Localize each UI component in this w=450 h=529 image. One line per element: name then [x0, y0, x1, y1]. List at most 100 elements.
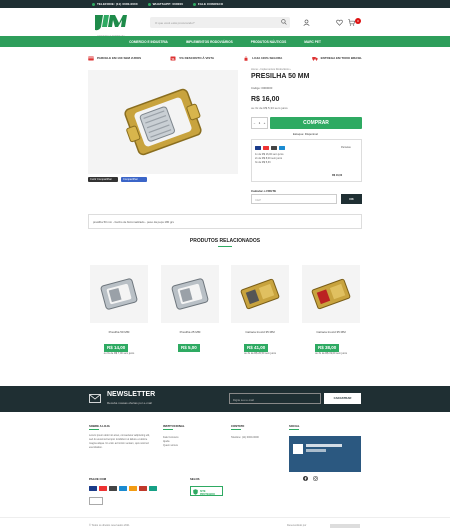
- discount-icon: %: [170, 56, 176, 60]
- related-product-image[interactable]: [90, 265, 148, 323]
- nav-item-nauticos[interactable]: PRODUTOS NÁUTICOS: [251, 40, 287, 44]
- security-seal-label: SITE PROTEGIDO: [200, 490, 216, 496]
- lock-icon: [244, 55, 248, 61]
- cep-input[interactable]: CEP: [251, 194, 337, 204]
- search-input[interactable]: O que você está procurando?: [150, 17, 290, 28]
- product-code: Código: 0000000: [251, 86, 273, 90]
- mastercard-icon: [99, 486, 107, 491]
- boleto-icon: [149, 486, 157, 491]
- footer-security-title: SELOS: [190, 477, 200, 481]
- follow-bar: [306, 449, 326, 452]
- phone-text: TELEFONE: (11) 0000-0000: [92, 2, 138, 6]
- credits-text: Desenvolvido por: [287, 524, 307, 527]
- footer-divider: [289, 429, 299, 430]
- boleto-badge: [89, 497, 103, 505]
- related-title: PRODUTOS RELACIONADOS: [189, 238, 261, 244]
- whatsapp-text[interactable]: WHATSAPP: 000000: [147, 2, 183, 6]
- related-product-name[interactable]: Presilha 50 MM: [90, 330, 148, 334]
- footer: [0, 412, 450, 529]
- newsletter-section: [0, 386, 450, 412]
- qty-minus[interactable]: −: [254, 121, 256, 125]
- payment-icons: [255, 146, 285, 150]
- heart-icon[interactable]: [336, 19, 343, 26]
- footer-divider: [89, 429, 99, 430]
- copyright-text: © Todos os direitos reservados 2021: [89, 524, 130, 527]
- related-product-name[interactable]: Catraca Inoxid 35 MM: [231, 330, 289, 334]
- installment-total: R$ 16,00: [332, 174, 343, 177]
- shield-icon: [193, 489, 198, 495]
- top-bar: TELEFONE: (11) 0000-0000 WHATSAPP: 00000…: [0, 0, 450, 8]
- nav-item-pet[interactable]: MARC PET: [304, 40, 321, 44]
- elo-icon: [109, 486, 117, 491]
- visa-icon: [255, 146, 261, 150]
- amex-icon: [279, 146, 285, 150]
- footer-contact-phone[interactable]: Telefone: (11) 0000-0000: [231, 436, 259, 440]
- benefit-discount: % 5% DESCONTO À VISTA: [170, 56, 214, 61]
- share-button[interactable]: Compartilhar: [121, 177, 147, 182]
- nav-item-implementos[interactable]: IMPLEMENTOS RODOVIÁRIOS: [186, 40, 233, 44]
- related-product-name[interactable]: Catraca Inoxid 35 MM: [302, 330, 360, 334]
- related-product-price: R$ 14,00: [104, 344, 129, 352]
- footer-payment-title: PAGUE COM: [89, 477, 107, 481]
- facebook-icon[interactable]: [303, 476, 308, 481]
- instagram-icon[interactable]: [313, 476, 318, 481]
- envelope-icon: [89, 394, 101, 403]
- stock-status: Estoque: Disponível: [293, 132, 318, 136]
- shipping-label: Calcular o FRETE: [251, 189, 277, 193]
- related-product-image[interactable]: [302, 265, 360, 323]
- breadcrumb[interactable]: Home › Implementos Rodoviários ›: [251, 68, 291, 71]
- footer-bottom-bar: © Todos os direitos reservados 2021 Dese…: [0, 517, 450, 529]
- qty-value[interactable]: 1: [259, 121, 261, 125]
- installments-toggle[interactable]: Parcelas: [341, 146, 351, 149]
- product-image[interactable]: [88, 70, 238, 174]
- product-title: PRESILHA 50 MM: [251, 73, 310, 80]
- buy-button[interactable]: COMPRAR: [270, 117, 362, 129]
- search-icon[interactable]: [281, 19, 287, 25]
- qty-plus[interactable]: +: [264, 121, 266, 125]
- quantity-stepper[interactable]: − 1 +: [251, 117, 268, 129]
- related-product-price: R$ 5,00: [178, 344, 200, 352]
- related-product-installments: ou 3x de R$ 20,50 sem juros: [244, 352, 276, 355]
- svg-text:%: %: [172, 56, 175, 60]
- newsletter-email-input[interactable]: Digite seu e-mail: [229, 393, 321, 404]
- installment-row: 3x de R$ 5,33: [255, 161, 271, 164]
- related-product-price: R$ 38,00: [315, 344, 340, 352]
- elo-icon: [271, 146, 277, 150]
- contact-link[interactable]: FALE CONOSCO: [192, 2, 223, 6]
- security-seal: SITE PROTEGIDO: [190, 486, 223, 496]
- product-description: presilha 50 mm - banho de bicromatizado …: [88, 214, 362, 229]
- store-logo[interactable]: MATERIAIS DE AMARRAÇÃO: [93, 11, 129, 38]
- footer-institutional-list: Fale Conosco Ajuda Quem somos: [163, 436, 178, 448]
- related-product-installments: ou 3x de R$ 7,00 sem juros: [103, 352, 135, 355]
- installment-list: 1x de R$ 16,00 sem juros 2x de R$ 8,00 s…: [255, 153, 284, 165]
- page-name-bar: [306, 444, 342, 447]
- mastercard-icon: [263, 146, 269, 150]
- benefit-installments: PARCELE EM 10X SEM JUROS: [88, 56, 141, 61]
- newsletter-title: NEWSLETTER: [107, 391, 156, 398]
- footer-payment-icons: [89, 486, 157, 491]
- footer-divider: [231, 429, 241, 430]
- page-avatar: [293, 444, 303, 454]
- related-product-installments: ou 3x de R$ 19,00 sem juros: [315, 352, 347, 355]
- cep-button[interactable]: OK: [341, 194, 362, 204]
- footer-divider: [163, 429, 173, 430]
- cart-icon[interactable]: [348, 19, 355, 26]
- related-product-image[interactable]: [161, 265, 219, 323]
- newsletter-submit-button[interactable]: CADASTRAR: [324, 393, 361, 404]
- related-product-image[interactable]: [231, 265, 289, 323]
- footer-about-title: SOBRE A LOJA: [89, 424, 110, 428]
- nav-item-comercio[interactable]: COMERCIO E INDUSTRIA: [129, 40, 168, 44]
- developer-logo[interactable]: [330, 524, 360, 528]
- facebook-widget[interactable]: [289, 436, 361, 472]
- related-product-name[interactable]: Presilha 25 MM: [161, 330, 219, 334]
- benefit-secure: LOJA 100% SEGURA: [243, 55, 282, 61]
- footer-link[interactable]: Quem somos: [163, 444, 178, 448]
- visa-icon: [89, 486, 97, 491]
- product-price: R$ 16,00: [251, 96, 280, 103]
- like-share-button[interactable]: Curtir Compartilhar: [88, 177, 118, 182]
- main-nav: COMERCIO E INDUSTRIA IMPLEMENTOS RODOVIÁ…: [0, 36, 450, 47]
- truck-icon: [311, 56, 318, 61]
- user-icon[interactable]: [303, 19, 310, 26]
- newsletter-subtitle: Receba nossas ofertas por e-mail: [107, 401, 152, 405]
- footer-about-text: Lorem ipsum dolor sit amet, consectetur …: [89, 434, 150, 449]
